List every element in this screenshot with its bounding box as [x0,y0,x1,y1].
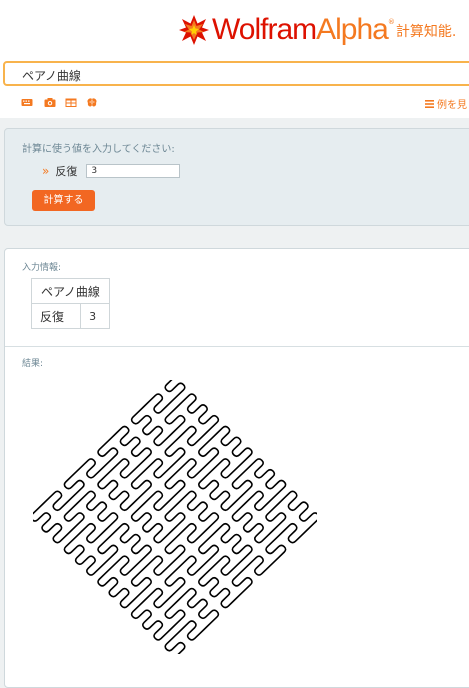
logo-word-main: Wolfram [212,13,317,46]
logo-word-accent: Alpha [316,13,389,46]
input-table-row-value: 3 [80,303,110,329]
peano-curve-path [33,380,317,654]
brain-icon[interactable] [86,97,98,108]
input-prompt: 計算に使う値を入力してください: [22,144,175,155]
chevron-right-icon: » [42,164,50,178]
pod-divider [5,346,469,347]
input-table-header: ペアノ曲線 [31,278,110,304]
keyboard-icon[interactable] [21,97,33,108]
logo-tagline: 計算知能. [395,24,457,40]
trademark-mark: ® [387,18,395,26]
examples-label: 例を見 [437,100,467,111]
calculate-button[interactable]: 計算する [32,190,95,211]
spikey-logo-icon [179,15,209,45]
input-interpretation-table: ペアノ曲線 反復 3 [30,278,110,329]
logo-wordmark: WolframAlpha [212,13,389,47]
peano-curve-image [33,380,317,654]
table-icon[interactable] [65,97,77,108]
camera-icon[interactable] [44,97,56,108]
input-parameters-panel: 計算に使う値を入力してください: » 反復 3 計算する [4,128,469,226]
search-query-text: ペアノ曲線 [22,69,81,83]
search-input[interactable]: ペアノ曲線 [3,61,469,86]
wolfram-alpha-logo[interactable]: WolframAlpha ® 計算知能. [179,13,456,47]
iteration-input[interactable]: 3 [86,164,181,178]
iteration-label: 反復 [55,165,78,178]
result-pod-title: 結果: [22,359,44,369]
examples-link[interactable]: 例を見 [425,96,467,111]
input-pod-title: 入力情報: [22,263,62,273]
iteration-parameter-row: » 反復 3 [42,163,181,179]
input-table-row-label: 反復 [30,303,82,329]
results-panel: 入力情報: ペアノ曲線 反復 3 結果: [4,248,469,688]
list-icon [425,99,434,108]
